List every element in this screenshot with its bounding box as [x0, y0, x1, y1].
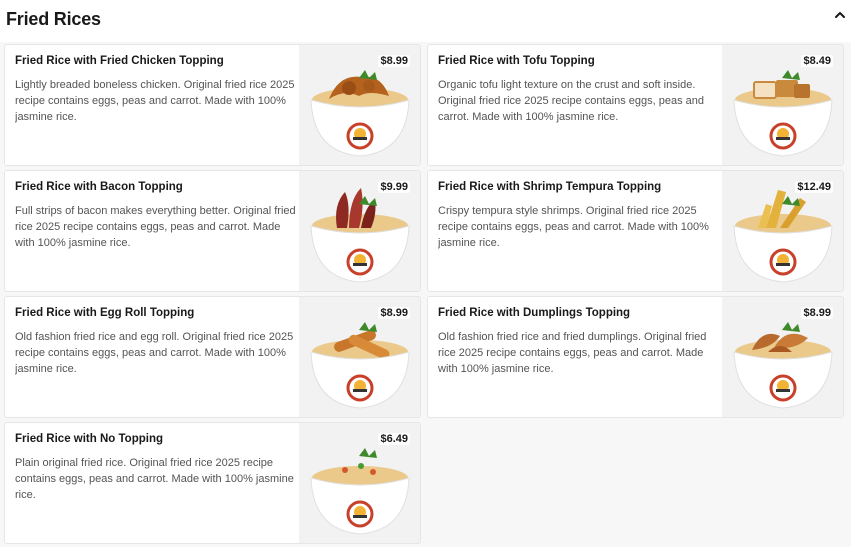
menu-item-name: Fried Rice with Tofu Topping — [438, 55, 595, 67]
menu-item-price: $8.99 — [378, 55, 410, 67]
menu-item-name: Fried Rice with No Topping — [15, 433, 164, 445]
section-header: Fried Rices — [0, 0, 851, 42]
menu-item-price: $8.99 — [801, 307, 833, 319]
menu-item-description: Crispy tempura style shrimps. Original f… — [438, 205, 709, 249]
menu-item-card[interactable]: Fried Rice with No Topping Plain origina… — [4, 422, 421, 544]
menu-item-card[interactable]: Fried Rice with Shrimp Tempura Topping C… — [427, 170, 844, 292]
menu-item-description: Full strips of bacon makes everything be… — [15, 205, 296, 249]
menu-item-name: Fried Rice with Shrimp Tempura Topping — [438, 181, 662, 193]
menu-item-name: Fried Rice with Dumplings Topping — [438, 307, 631, 319]
menu-item-card[interactable]: Fried Rice with Fried Chicken Topping Li… — [4, 44, 421, 166]
menu-item-card[interactable]: Fried Rice with Dumplings Topping Old fa… — [427, 296, 844, 418]
menu-item-card[interactable]: Fried Rice with Bacon Topping Full strip… — [4, 170, 421, 292]
menu-item-card[interactable]: Fried Rice with Egg Roll Topping Old fas… — [4, 296, 421, 418]
menu-item-card[interactable]: Fried Rice with Tofu Topping Organic tof… — [427, 44, 844, 166]
menu-item-price: $9.99 — [378, 181, 410, 193]
menu-item-body: Fried Rice with Fried Chicken Topping Li… — [15, 54, 301, 125]
menu-item-price: $6.49 — [378, 433, 410, 445]
menu-item-description: Plain original fried rice. Original frie… — [15, 457, 294, 501]
menu-item-price: $8.49 — [801, 55, 833, 67]
menu-item-price: $12.49 — [795, 181, 833, 193]
menu-item-description: Lightly breaded boneless chicken. Origin… — [15, 79, 295, 123]
menu-item-name: Fried Rice with Bacon Topping — [15, 181, 183, 193]
menu-item-description: Old fashion fried rice and fried dumplin… — [438, 331, 707, 375]
menu-item-body: Fried Rice with No Topping Plain origina… — [15, 432, 301, 503]
menu-item-price: $8.99 — [378, 307, 410, 319]
menu-item-body: Fried Rice with Tofu Topping Organic tof… — [438, 54, 724, 125]
chevron-up-icon — [835, 12, 845, 18]
section-title: Fried Rices — [6, 9, 101, 29]
menu-item-body: Fried Rice with Egg Roll Topping Old fas… — [15, 306, 301, 377]
menu-item-body: Fried Rice with Shrimp Tempura Topping C… — [438, 180, 724, 251]
menu-item-description: Organic tofu light texture on the crust … — [438, 79, 704, 123]
menu-item-name: Fried Rice with Egg Roll Topping — [15, 307, 195, 319]
menu-item-description: Old fashion fried rice and egg roll. Ori… — [15, 331, 294, 375]
menu-item-body: Fried Rice with Dumplings Topping Old fa… — [438, 306, 724, 377]
menu-item-body: Fried Rice with Bacon Topping Full strip… — [15, 180, 301, 251]
menu-item-name: Fried Rice with Fried Chicken Topping — [15, 55, 224, 67]
collapse-button[interactable] — [833, 8, 847, 22]
